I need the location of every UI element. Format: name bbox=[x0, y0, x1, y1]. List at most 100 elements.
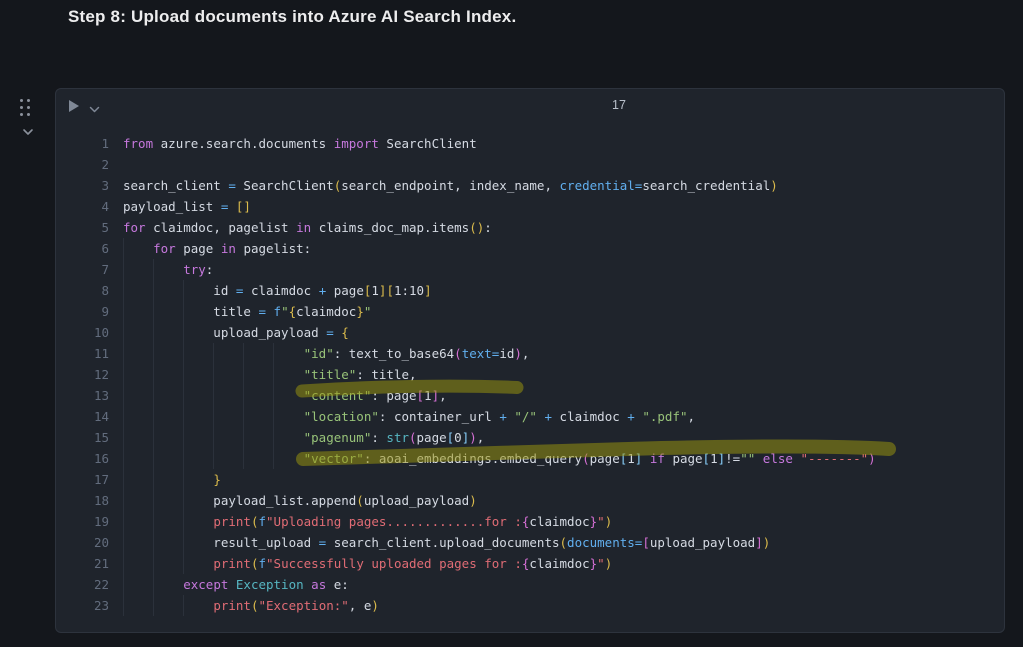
indent-guide bbox=[153, 469, 154, 490]
line-number: 2 bbox=[56, 154, 109, 175]
code-token: import bbox=[334, 136, 387, 151]
code-token: "content" bbox=[304, 388, 372, 403]
code-token: : page bbox=[371, 388, 416, 403]
code-line-content: try: bbox=[123, 259, 1004, 280]
indent-guide bbox=[123, 511, 124, 532]
indent-guide bbox=[183, 343, 184, 364]
indent-guide bbox=[123, 553, 124, 574]
indent-guide bbox=[183, 448, 184, 469]
indent-guide bbox=[213, 343, 214, 364]
code-line[interactable]: 4payload_list = [] bbox=[56, 196, 1004, 217]
code-token: } bbox=[213, 472, 221, 487]
code-line[interactable]: 13 "content": page[1], bbox=[56, 385, 1004, 406]
cell-toolbar: 17 bbox=[56, 89, 1004, 125]
indent-guide bbox=[153, 280, 154, 301]
code-token: + bbox=[499, 409, 514, 424]
code-token bbox=[123, 556, 213, 571]
code-line[interactable]: 17 } bbox=[56, 469, 1004, 490]
indent-guide bbox=[123, 343, 124, 364]
line-number: 1 bbox=[56, 133, 109, 154]
run-menu-chevron-icon[interactable] bbox=[89, 102, 100, 112]
code-token: } bbox=[356, 304, 364, 319]
code-token: 1 bbox=[371, 283, 379, 298]
indent-guide bbox=[273, 343, 274, 364]
code-editor[interactable]: 1from azure.search.documents import Sear… bbox=[56, 125, 1004, 616]
indent-guide bbox=[123, 532, 124, 553]
line-number: 23 bbox=[56, 595, 109, 616]
code-line[interactable]: 23 print("Exception:", e) bbox=[56, 595, 1004, 616]
indent-guide bbox=[123, 322, 124, 343]
code-token: 0 bbox=[454, 430, 462, 445]
indent-guide bbox=[153, 301, 154, 322]
code-line[interactable]: 11 "id": text_to_base64(text=id), bbox=[56, 343, 1004, 364]
indent-guide bbox=[183, 427, 184, 448]
code-token: : aoai_embeddings.embed_query bbox=[364, 451, 582, 466]
run-cell-button[interactable] bbox=[68, 99, 80, 113]
code-token: in bbox=[221, 241, 244, 256]
line-number: 11 bbox=[56, 343, 109, 364]
code-token: search_endpoint, index_name, bbox=[341, 178, 559, 193]
indent-guide bbox=[153, 364, 154, 385]
code-token: " bbox=[597, 514, 605, 529]
line-number: 8 bbox=[56, 280, 109, 301]
code-line[interactable]: 10 upload_payload = { bbox=[56, 322, 1004, 343]
code-token: search_credential bbox=[642, 178, 770, 193]
indent-guide bbox=[153, 343, 154, 364]
code-line[interactable]: 21 print(f"Successfully uploaded pages f… bbox=[56, 553, 1004, 574]
indent-guide bbox=[123, 595, 124, 616]
code-token: upload_payload bbox=[650, 535, 755, 550]
code-token: = bbox=[221, 199, 236, 214]
indent-guide bbox=[153, 448, 154, 469]
code-line[interactable]: 2 bbox=[56, 154, 1004, 175]
code-line[interactable]: 1from azure.search.documents import Sear… bbox=[56, 133, 1004, 154]
code-token: "pagenum" bbox=[304, 430, 372, 445]
code-line[interactable]: 6 for page in pagelist: bbox=[56, 238, 1004, 259]
code-token: () bbox=[469, 220, 484, 235]
code-token: [ bbox=[642, 535, 650, 550]
code-line[interactable]: 8 id = claimdoc + page[1][1:10] bbox=[56, 280, 1004, 301]
code-line[interactable]: 5for claimdoc, pagelist in claims_doc_ma… bbox=[56, 217, 1004, 238]
indent-guide bbox=[183, 595, 184, 616]
code-line[interactable]: 3search_client = SearchClient(search_end… bbox=[56, 175, 1004, 196]
code-token: [ bbox=[417, 388, 425, 403]
code-line[interactable]: 19 print(f"Uploading pages.............f… bbox=[56, 511, 1004, 532]
code-line[interactable]: 12 "title": title, bbox=[56, 364, 1004, 385]
code-token: = bbox=[326, 325, 341, 340]
code-line-content: "id": text_to_base64(text=id), bbox=[123, 343, 1004, 364]
code-token: + bbox=[544, 409, 559, 424]
code-token: ( bbox=[454, 346, 462, 361]
code-line[interactable]: 14 "location": container_url + "/" + cla… bbox=[56, 406, 1004, 427]
line-number: 6 bbox=[56, 238, 109, 259]
code-line[interactable]: 20 result_upload = search_client.upload_… bbox=[56, 532, 1004, 553]
notebook-page: { "header": { "title": "Step 8: Upload d… bbox=[0, 0, 1023, 647]
code-token: ) bbox=[371, 598, 379, 613]
code-token: for bbox=[153, 241, 183, 256]
code-line[interactable]: 7 try: bbox=[56, 259, 1004, 280]
code-token: = bbox=[319, 535, 334, 550]
code-token: 1 bbox=[424, 388, 432, 403]
code-token: "id" bbox=[304, 346, 334, 361]
code-token: "Uploading pages.............for : bbox=[266, 514, 522, 529]
code-line[interactable]: 16 "vector": aoai_embeddings.embed_query… bbox=[56, 448, 1004, 469]
code-token: claimdoc bbox=[560, 409, 628, 424]
code-token: page bbox=[590, 451, 620, 466]
code-token: claimdoc, pagelist bbox=[153, 220, 296, 235]
code-line[interactable]: 15 "pagenum": str(page[0]), bbox=[56, 427, 1004, 448]
code-token: : bbox=[206, 262, 214, 277]
code-token: ) bbox=[605, 556, 613, 571]
indent-guide bbox=[183, 301, 184, 322]
code-token: page bbox=[183, 241, 221, 256]
code-line-content: print("Exception:", e) bbox=[123, 595, 1004, 616]
code-line[interactable]: 22 except Exception as e: bbox=[56, 574, 1004, 595]
line-number: 22 bbox=[56, 574, 109, 595]
code-line[interactable]: 9 title = f"{claimdoc}" bbox=[56, 301, 1004, 322]
code-line[interactable]: 18 payload_list.append(upload_payload) bbox=[56, 490, 1004, 511]
code-token: f bbox=[258, 556, 266, 571]
code-token: "Successfully uploaded pages for : bbox=[266, 556, 522, 571]
code-token: , bbox=[688, 409, 696, 424]
code-token: print bbox=[213, 514, 251, 529]
collapse-chevron-icon[interactable] bbox=[22, 125, 34, 137]
drag-handle-icon[interactable] bbox=[20, 99, 32, 117]
indent-guide bbox=[213, 448, 214, 469]
code-token: ] bbox=[755, 535, 763, 550]
